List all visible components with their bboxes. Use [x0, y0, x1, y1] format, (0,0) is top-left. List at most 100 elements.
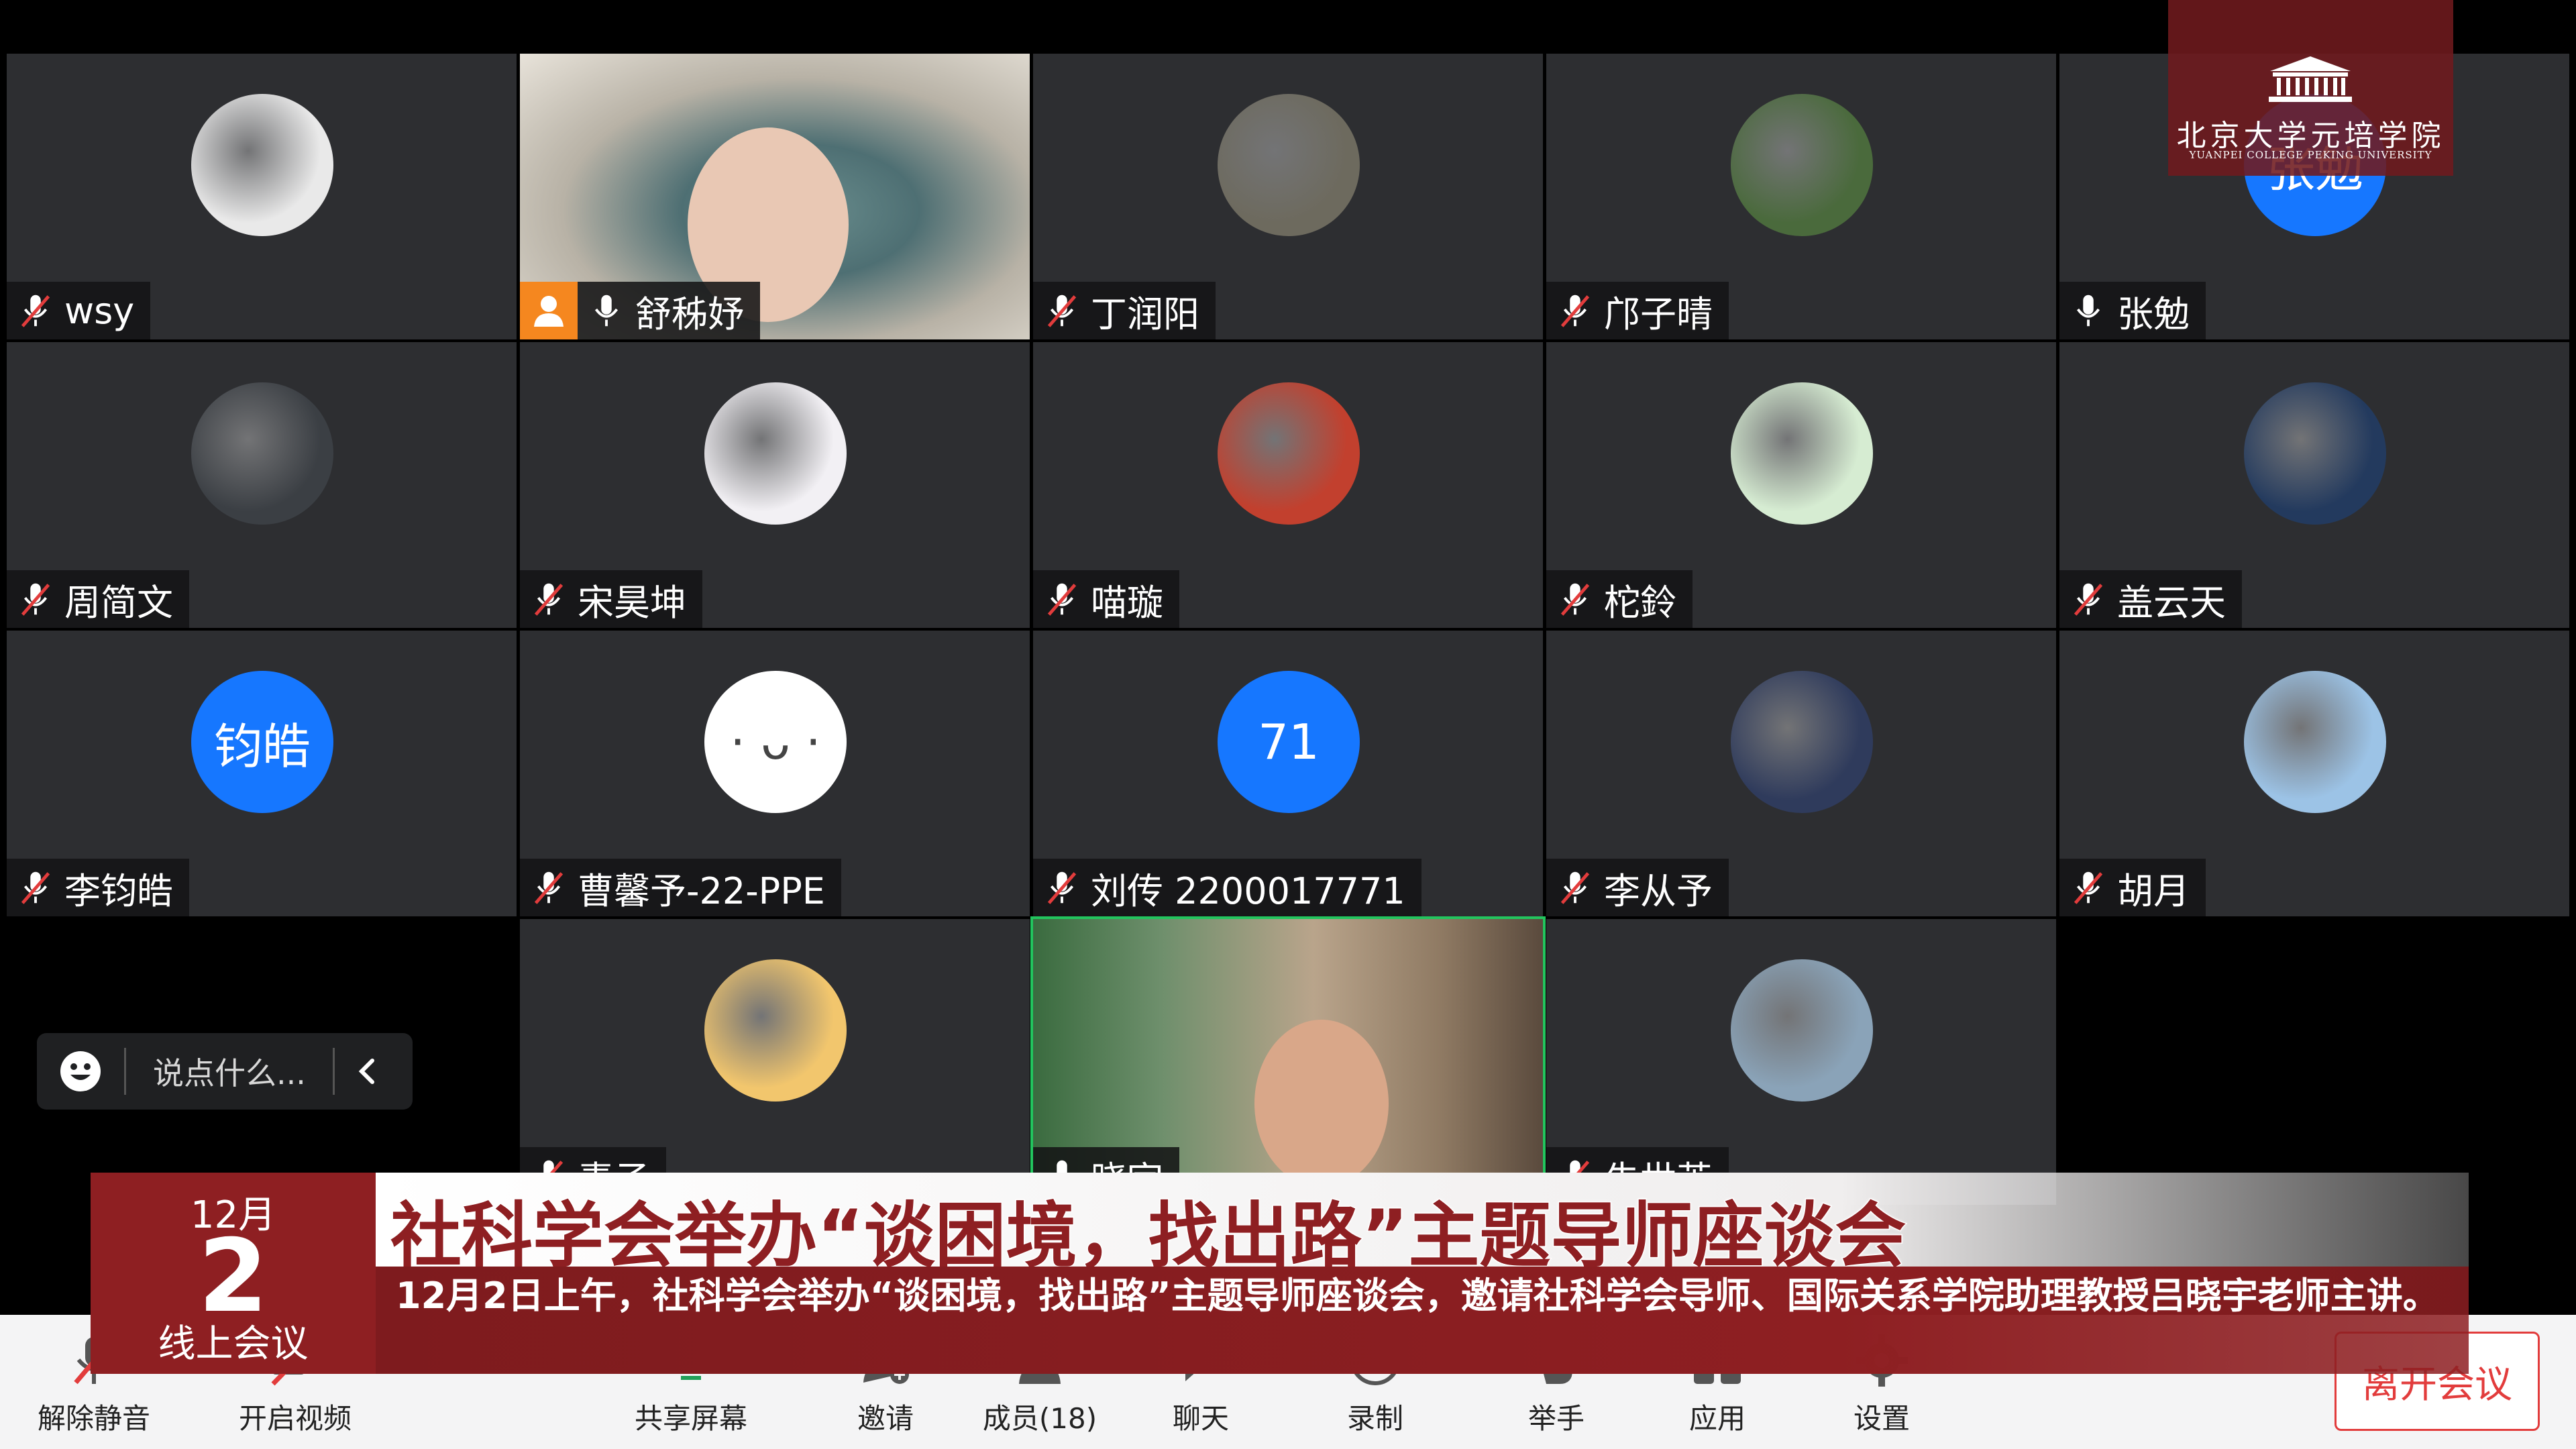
mic-icon — [587, 291, 626, 330]
mic-muted-icon — [1042, 868, 1081, 907]
date-day: 2 — [198, 1218, 268, 1335]
participant-tile[interactable]: 宋昊坤 — [520, 342, 1030, 628]
participant-avatar — [2244, 671, 2386, 813]
divider — [124, 1048, 126, 1095]
date-box: 12月 2 线上会议 — [91, 1173, 376, 1374]
participant-tile[interactable]: 晓宇 — [1030, 916, 1546, 1208]
headline-bar: 社科学会举办“谈困境，找出路”主题导师座谈会 — [376, 1173, 2469, 1279]
participant-nametag: 李从予 — [1546, 859, 1729, 916]
participant-name: 邝子晴 — [1604, 292, 1713, 335]
avatar-initials: 71 — [1258, 714, 1320, 770]
participant-name: 曹馨予-22-PPE — [578, 869, 825, 912]
divider — [332, 1048, 335, 1095]
participant-name: 喵璇 — [1091, 581, 1163, 624]
invite-label: 邀请 — [857, 1402, 914, 1435]
participant-nametag: 曹馨予-22-PPE — [520, 859, 841, 916]
participant-tile[interactable]: 喵璇 — [1033, 342, 1543, 628]
participant-nametag: 李钧皓 — [7, 859, 189, 916]
chat-placeholder[interactable]: 说点什么... — [153, 1049, 306, 1093]
participant-nametag: 张勉 — [2059, 282, 2206, 339]
record-label: 录制 — [1346, 1402, 1403, 1435]
participant-name: 胡月 — [2117, 869, 2190, 912]
chat-input[interactable]: 说点什么... — [37, 1033, 413, 1110]
participant-tile[interactable]: wsy — [7, 54, 517, 339]
participant-avatar — [2244, 382, 2386, 525]
settings-label: 设置 — [1853, 1402, 1910, 1435]
participant-nametag: 刘传 2200017771 — [1033, 859, 1421, 916]
participant-tile[interactable]: 李从予 — [1546, 631, 2056, 916]
participant-face — [1254, 1020, 1389, 1187]
participant-nametag: 周简文 — [7, 570, 189, 628]
unmute-label: 解除静音 — [37, 1402, 150, 1435]
raise-hand-label: 举手 — [1527, 1402, 1585, 1435]
headline: 社科学会举办“谈困境，找出路”主题导师座谈会 — [389, 1194, 1907, 1279]
participant-tile[interactable]: 邝子晴 — [1546, 54, 2056, 339]
participant-name: 盖云天 — [2117, 581, 2226, 624]
participant-nametag: 丁润阳 — [1033, 282, 1216, 339]
participant-name: 丁润阳 — [1091, 292, 1199, 335]
avatar-initials: 钧皓 — [213, 718, 311, 775]
participant-avatar — [704, 382, 847, 525]
participant-nametag: wsy — [7, 282, 151, 339]
emoji-icon[interactable] — [57, 1048, 104, 1095]
participant-tile[interactable]: 钧皓李钧皓 — [7, 631, 517, 916]
participant-tile[interactable]: 朱世英 — [1546, 919, 2056, 1205]
mic-muted-icon — [2069, 580, 2108, 619]
summary-bar: 12月2日上午，社科学会举办“谈困境，找出路”主题导师座谈会，邀请社科学会导师、… — [376, 1267, 2469, 1374]
mic-muted-icon — [529, 580, 568, 619]
mic-icon — [2069, 291, 2108, 330]
participant-tile[interactable]: 周简文 — [7, 342, 517, 628]
participant-tile[interactable]: 柁鈴 — [1546, 342, 2056, 628]
chat-label: 聊天 — [1172, 1402, 1229, 1435]
participant-nametag: 舒秭妤 — [578, 282, 760, 339]
participant-avatar — [704, 959, 847, 1102]
mic-muted-icon — [16, 291, 55, 330]
avatar-initials: · ᴗ · — [730, 714, 821, 770]
participant-avatar: · ᴗ · — [704, 671, 847, 813]
participant-name: 李从予 — [1604, 869, 1713, 912]
participant-avatar: 钧皓 — [191, 671, 333, 813]
participant-avatar — [191, 382, 333, 525]
participant-tile[interactable]: 舒秭妤 — [520, 54, 1030, 339]
participant-tile[interactable]: 素子 — [520, 919, 1030, 1205]
participant-avatar — [191, 94, 333, 236]
participant-name: 舒秭妤 — [635, 292, 744, 335]
participant-avatar — [1731, 959, 1873, 1102]
mic-muted-icon — [1556, 291, 1595, 330]
participant-name: 刘传 2200017771 — [1091, 869, 1405, 912]
participant-tile[interactable]: · ᴗ · 曹馨予-22-PPE — [520, 631, 1030, 916]
event-tag: 线上会议 — [158, 1322, 309, 1366]
participant-name: 周简文 — [64, 581, 173, 624]
chevron-left-icon[interactable] — [348, 1051, 388, 1091]
participant-nametag: 胡月 — [2059, 859, 2206, 916]
mic-muted-icon — [2069, 868, 2108, 907]
building-icon — [2269, 56, 2352, 102]
participant-tile[interactable]: 71 刘传 2200017771 — [1033, 631, 1543, 916]
participant-avatar — [1731, 382, 1873, 525]
participant-tile[interactable]: 胡月 — [2059, 631, 2569, 916]
participant-avatar — [1731, 94, 1873, 236]
mic-muted-icon — [1042, 291, 1081, 330]
share-screen-label: 共享屏幕 — [634, 1402, 747, 1435]
participant-avatar — [1218, 94, 1360, 236]
mic-muted-icon — [1556, 580, 1595, 619]
participant-name: 李钧皓 — [64, 869, 173, 912]
participant-nametag: 盖云天 — [2059, 570, 2242, 628]
mic-muted-icon — [1042, 580, 1081, 619]
participant-nametag: 喵璇 — [1033, 570, 1179, 628]
apps-label: 应用 — [1688, 1402, 1746, 1435]
mic-muted-icon — [16, 868, 55, 907]
participant-nametag: 柁鈴 — [1546, 570, 1693, 628]
participant-avatar — [1218, 382, 1360, 525]
participant-tile[interactable]: 盖云天 — [2059, 342, 2569, 628]
participant-name: wsy — [64, 289, 135, 332]
summary-text: 12月2日上午，社科学会举办“谈困境，找出路”主题导师座谈会，邀请社科学会导师、… — [396, 1275, 2439, 1317]
mic-muted-icon — [529, 868, 568, 907]
start-video-label: 开启视频 — [238, 1402, 352, 1435]
logo-name-cn: 北京大学元培学院 — [2176, 119, 2445, 153]
participant-nametag: 邝子晴 — [1546, 282, 1729, 339]
mic-muted-icon — [1556, 868, 1595, 907]
college-logo: 北京大学元培学院 YUANPEI COLLEGE PEKING UNIVERSI… — [2168, 0, 2453, 176]
participant-avatar: 71 — [1218, 671, 1360, 813]
participant-tile[interactable]: 丁润阳 — [1033, 54, 1543, 339]
